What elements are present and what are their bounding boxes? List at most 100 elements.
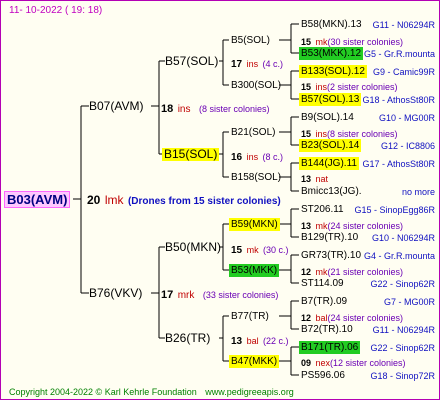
gen3-mating-info: 15 ins(2 sister colonies)	[301, 79, 398, 94]
gen3-num: 15	[301, 129, 312, 139]
gen1-ins: mrk	[177, 290, 195, 301]
gen3-ins: mk	[315, 221, 328, 231]
gen2-ins: ins	[246, 152, 259, 162]
gen3-node: B21(SOL)	[231, 127, 276, 138]
gen2-node: B26(TR)	[165, 331, 211, 345]
leaf-node: GR73(TR).10	[301, 250, 362, 261]
gen2-node: B15(SOL)	[162, 147, 220, 161]
gen3-num: 13	[301, 174, 312, 184]
leaf-code: G9 - Camic99R	[372, 67, 435, 77]
root-mating-info: 20 lmk (Drones from 15 sister colonies)	[87, 193, 281, 208]
gen3-note: (30 sister colonies)	[327, 37, 403, 47]
gen2-num: 15	[231, 245, 243, 256]
gen3-node: B5(SOL)	[231, 35, 270, 46]
gen2-note: (8 c.)	[262, 152, 284, 162]
leaf-node: B171(TR).06	[299, 341, 361, 354]
gen3-ins: nex	[315, 358, 330, 368]
gen3-node: B158(SOL)	[231, 172, 282, 183]
leaf-code: G15 - SinopEgg86R	[354, 205, 435, 215]
gen3-ins: ins	[315, 82, 327, 92]
gen3-ins: mk	[315, 37, 328, 47]
gen3-ins: nat	[315, 174, 328, 184]
gen1-ins: ins	[177, 104, 191, 115]
gen3-note: (8 sister colonies)	[326, 129, 398, 139]
leaf-code: G10 - N06294R	[371, 233, 435, 243]
gen1-mating-info: 17 mrk (33 sister colonies)	[161, 287, 278, 302]
gen3-num: 12	[301, 313, 312, 323]
leaf-node: B72(TR).10	[301, 324, 353, 335]
leaf-node: B23(SOL).14	[299, 139, 362, 152]
leaf-code: G22 - Sinop62R	[370, 279, 435, 289]
leaf-code: G17 - AthosSt80R	[362, 159, 435, 169]
gen2-note: (22 c.)	[263, 336, 289, 346]
gen3-num: 15	[301, 82, 312, 92]
gen2-note: (4 c.)	[262, 59, 284, 69]
gen3-mating-info: 09 nex(12 sister colonies)	[301, 355, 406, 370]
leaf-code: no more	[401, 187, 435, 197]
leaf-node: B133(SOL).12	[299, 65, 367, 78]
leaf-node: B9(SOL).14	[301, 112, 354, 123]
gen3-num: 13	[301, 221, 312, 231]
gen2-mating-info: 16 ins (8 c.)	[231, 149, 283, 164]
gen3-note: (24 sister colonies)	[327, 221, 403, 231]
gen3-mating-info: 13 nat	[301, 171, 328, 186]
gen3-note: (12 sister colonies)	[329, 358, 406, 368]
gen3-ins: bal	[315, 313, 328, 323]
gen2-num: 17	[231, 59, 243, 70]
gen3-num: 12	[301, 267, 312, 277]
gen2-num: 13	[231, 336, 243, 347]
gen2-ins: bal	[246, 336, 259, 346]
leaf-code: G5 - Gr.R.mounta	[363, 49, 435, 59]
root-node-label: B03(AVM)	[4, 191, 71, 208]
leaf-code: G18 - AthosSt80R	[362, 95, 435, 105]
gen1-node: B07(AVM)	[89, 99, 144, 113]
leaf-node: B129(TR).10	[301, 232, 359, 243]
gen1-note: (33 sister colonies)	[202, 290, 279, 300]
leaf-code: G4 - Gr.R.mounta	[363, 251, 435, 261]
gen2-mating-info: 13 bal (22 c.)	[231, 333, 289, 348]
leaf-node: B7(TR).09	[301, 296, 348, 307]
leaf-node: ST114.09	[301, 278, 344, 289]
gen2-mating-info: 15 mk (30 c.)	[231, 242, 289, 257]
gen3-ins: ins	[315, 129, 327, 139]
leaf-node: B57(SOL).13	[299, 93, 362, 106]
gen3-note: (2 sister colonies)	[326, 82, 398, 92]
gen2-node: B50(MKN)	[165, 240, 222, 254]
footer-url-link[interactable]: www.pedigreeapis.org	[205, 387, 294, 397]
gen3-num: 09	[301, 358, 312, 368]
leaf-code: G12 - IC8806	[380, 141, 435, 151]
footer: Copyright 2004-2022 © Karl Kehrle Founda…	[9, 386, 294, 399]
gen3-ins: mk	[315, 267, 328, 277]
leaf-code: G11 - N06294R	[372, 20, 435, 30]
leaf-node: B53(MKK).12	[299, 47, 364, 60]
leaf-code: G11 - N06294R	[372, 325, 435, 335]
gen3-node: B53(MKK)	[229, 264, 280, 277]
gen1-note: (8 sister colonies)	[198, 104, 270, 114]
leaf-node: PS596.06	[301, 370, 345, 381]
gen3-note: (24 sister colonies)	[327, 313, 404, 323]
root-ins: lmk	[104, 193, 124, 207]
leaf-code: G18 - Sinop72R	[370, 371, 435, 381]
gen2-ins: mk	[246, 245, 259, 255]
root-note: (Drones from 15 sister colonies)	[127, 196, 281, 207]
gen2-ins: ins	[246, 59, 259, 69]
gen2-note: (30 c.)	[263, 245, 289, 255]
copyright-text: Copyright 2004-2022 © Karl Kehrle Founda…	[9, 387, 197, 397]
gen1-num: 17	[161, 289, 174, 301]
date-header: 11- 10-2022 ( 19: 18)	[9, 5, 103, 16]
leaf-code: G7 - MG00R	[383, 297, 435, 307]
leaf-code: G10 - MG00R	[378, 113, 435, 123]
root-num: 20	[87, 193, 101, 207]
gen2-node: B57(SOL)	[165, 54, 219, 68]
gen3-node: B77(TR)	[231, 311, 269, 322]
gen2-mating-info: 17 ins (4 c.)	[231, 56, 283, 71]
leaf-code: G22 - Sinop62R	[370, 343, 435, 353]
gen1-mating-info: 18 ins (8 sister colonies)	[161, 101, 269, 116]
leaf-node: B144(JG).11	[299, 157, 359, 170]
gen3-num: 15	[301, 37, 312, 47]
gen1-num: 18	[161, 103, 174, 115]
leaf-node: B58(MKN).13	[301, 19, 362, 30]
gen3-node: B300(SOL)	[231, 80, 282, 91]
gen3-note: (21 sister colonies)	[327, 267, 403, 277]
pedigree-chart: 11- 10-2022 ( 19: 18) B03(AVM) 20 lmk (D…	[0, 0, 440, 400]
